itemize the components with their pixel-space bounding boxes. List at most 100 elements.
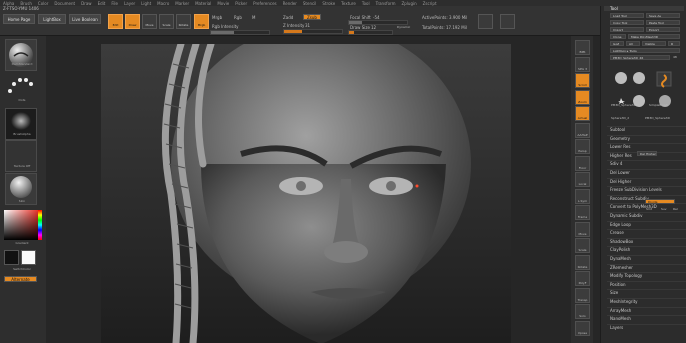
smt-toggle[interactable]: Smt [646,207,652,211]
tool-section-position[interactable]: Position [607,280,686,289]
menu-edit[interactable]: Edit [98,1,106,6]
r-button[interactable]: R [668,41,680,46]
z-intensity-slider[interactable] [283,29,343,34]
rel-toggle[interactable]: Rel [673,207,678,211]
goz-button[interactable]: GoZ [610,41,624,46]
mrgb-toggle[interactable]: Mrgb [212,15,222,20]
tool-section-layers[interactable]: Layers [607,323,686,332]
copy-tool-button[interactable]: Copy Tool [610,20,644,25]
menu-stencil[interactable]: Stencil [303,1,317,6]
view-floor-button[interactable]: Floor [575,155,590,171]
menu-document[interactable]: Document [54,1,75,6]
hue-strip[interactable] [38,210,42,240]
tool-section-edge-loop[interactable]: Edge Loop [607,220,686,229]
switch-color-button[interactable]: SwitchColor [3,267,41,271]
tool-section-modify-topology[interactable]: Modify Topology [607,272,686,280]
color-picker[interactable] [4,210,38,240]
view-polyf-button[interactable]: PolyF [575,271,590,286]
menu-picker[interactable]: Picker [235,1,247,6]
brush-icon-button[interactable]: Mrgb [194,14,209,29]
make-polymesh-button[interactable]: Make PolyMesh3D [628,34,680,39]
menu-zplugin[interactable]: Zplugin [402,1,417,6]
view-zoom-button[interactable]: Zoom [575,89,590,105]
tool-section-crease[interactable]: Crease [607,229,686,237]
rgb-toggle[interactable]: Rgb [234,15,242,20]
menu-brush[interactable]: Brush [20,1,32,6]
view-xpose-button[interactable]: Xpose [575,320,590,336]
suv-toggle[interactable]: Suv [661,207,667,211]
menu-preferences[interactable]: Preferences [253,1,277,6]
edit-button[interactable]: Edit [108,14,123,29]
menu-marker[interactable]: Marker [175,1,189,6]
menu-render[interactable]: Render [283,1,297,6]
tool-section-sdiv-4[interactable]: Sdiv 4 [607,160,686,168]
canvas-viewport[interactable] [46,36,571,343]
brush-selector[interactable] [5,39,37,71]
view-scroll-button[interactable]: Scroll [575,73,590,88]
divide-button[interactable]: Divide [645,199,675,204]
draw-size-slider[interactable] [348,30,393,35]
tool-section-zremesher[interactable]: ZRemesher [607,263,686,272]
view-solo-button[interactable]: Solo [575,304,590,319]
secondary-color-swatch[interactable] [21,250,36,265]
tool-section-shadowbox[interactable]: ShadowBox [607,237,686,246]
m-toggle[interactable]: M [252,15,255,20]
menu-movie[interactable]: Movie [217,1,229,6]
menu-draw[interactable]: Draw [81,1,91,6]
tool-section-freeze-subdivision-levels[interactable]: Freeze SubDivision Levels [607,186,686,194]
view-transp-button[interactable]: Transp [575,287,590,303]
scale-button[interactable]: Scale [159,14,174,29]
view-local-button[interactable]: Local [575,172,590,187]
zsub-toggle[interactable]: Zsub [303,14,321,20]
menu-macro[interactable]: Macro [157,1,169,6]
import-button[interactable]: Import [610,27,644,32]
zadd-toggle[interactable]: Zadd [283,15,293,20]
live-boolean-button[interactable]: Live Boolean [69,14,101,24]
tool-section-del-lower[interactable]: Del Lower [607,169,686,177]
tool-section-dynamesh[interactable]: DynaMesh [607,255,686,263]
tool-section-lower-res[interactable]: Lower Res [607,143,686,151]
dynamic-toggle[interactable]: Dynamic [397,25,410,29]
menu-zscript[interactable]: Zscript [423,1,437,6]
document-canvas[interactable] [101,36,511,343]
view-actual-button[interactable]: Actual [575,106,590,121]
tool-section-size[interactable]: Size [607,289,686,297]
current-tool-name[interactable]: PM3D_Sphere3D_46 [610,55,670,60]
del-higher-tb[interactable]: Del Higher [637,151,657,156]
export-button[interactable]: Export [646,27,680,32]
view-aahalf-button[interactable]: AAHalf [575,122,590,138]
tool-section-geometry[interactable]: Geometry [607,134,686,143]
lightbox-tools-button[interactable]: Lightbox ▸ Tools [610,48,680,53]
menu-file[interactable]: File [111,1,118,6]
view-rotate-button[interactable]: Rotate [575,254,590,270]
view-persp-button[interactable]: Persp [575,139,590,154]
alternate-button[interactable]: Alternate [4,276,37,282]
save-as-button[interactable]: Save As [646,13,680,18]
view-scale-button[interactable]: Scale [575,238,590,253]
paste-tool-button[interactable]: Paste Tool [646,20,680,25]
tool-section-nanomesh[interactable]: NanoMesh [607,315,686,323]
view-frame-button[interactable]: Frame [575,205,590,220]
clone-button[interactable]: Clone [610,34,626,39]
menu-tool[interactable]: Tool [362,1,370,6]
draw-button[interactable]: Draw [125,14,140,29]
tool-section-subtool[interactable]: Subtool [607,126,686,134]
menu-stroke[interactable]: Stroke [322,1,335,6]
transpose-icon[interactable] [500,14,515,29]
view-bpr-button[interactable]: BPR [575,40,590,55]
home-page-button[interactable]: Home Page [3,14,35,24]
gizmo-icon[interactable] [478,14,493,29]
menu-transform[interactable]: Transform [376,1,396,6]
menu-texture[interactable]: Texture [341,1,356,6]
menu-alpha[interactable]: Alpha [3,1,14,6]
tool-section-arraymesh[interactable]: ArrayMesh [607,306,686,315]
view-l-sym-button[interactable]: L.Sym [575,188,590,204]
menu-layer[interactable]: Layer [124,1,135,6]
tool-palette-title[interactable]: Tool [604,6,684,11]
menu-material[interactable]: Material [195,1,211,6]
tool-section-claypolish[interactable]: ClayPolish [607,246,686,254]
all-button[interactable]: All [626,41,640,46]
lightbox-button[interactable]: LightBox [38,14,66,24]
rgb-intensity-slider[interactable] [210,30,270,35]
tool-section-meshintegrity[interactable]: MeshIntegrity [607,298,686,306]
